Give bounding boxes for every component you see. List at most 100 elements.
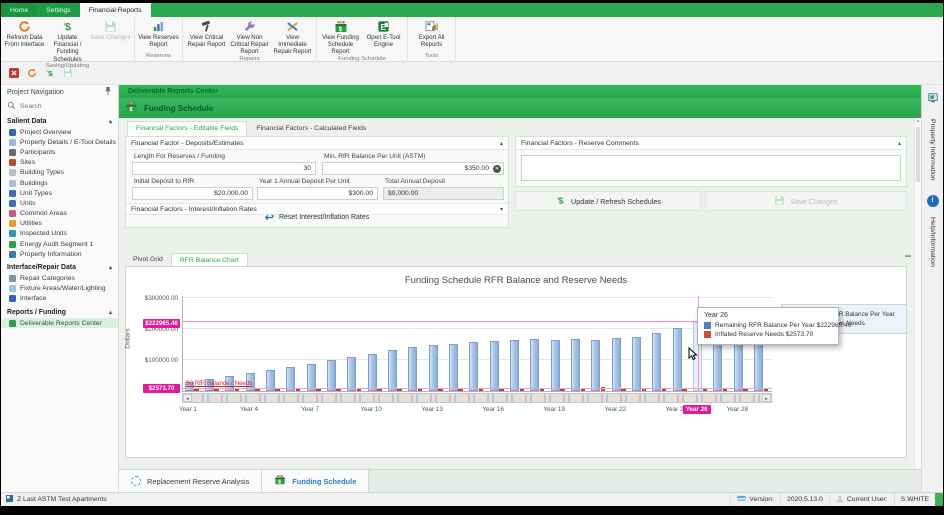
bar-year-14[interactable] (449, 344, 458, 391)
chart-h-scrollbar[interactable]: ◂ ▸ (182, 393, 772, 403)
nav-group-header[interactable]: Reports / Funding▴ (1, 307, 118, 318)
needs-bar-15[interactable] (479, 389, 484, 391)
export-all-reports-button[interactable]: Export All Reports (410, 17, 453, 53)
needs-bar-1[interactable] (194, 389, 199, 391)
refresh-data-from-interface-button[interactable]: Refresh Data From Interface (3, 17, 46, 63)
sidebar-item-common-areas[interactable]: Common Areas (1, 209, 118, 219)
collapse-chart-icon[interactable]: ▬ (905, 253, 911, 267)
close-icon[interactable] (8, 68, 19, 79)
view-funding-schedule-report-button[interactable]: $View Funding Schedule Report (319, 17, 362, 56)
bar-year-15[interactable] (469, 342, 478, 391)
view-reserves-report-button[interactable]: View Reserves Report (137, 17, 180, 53)
needs-bar-14[interactable] (458, 389, 463, 391)
tab-financial-factors-calculated[interactable]: Financial Factors - Calculated Fields (247, 121, 375, 136)
pin-icon[interactable] (104, 86, 112, 98)
tab-rfr-balance-chart[interactable]: RFR Balance Chart (171, 253, 248, 267)
sidebar-item-buildings[interactable]: Buildings (1, 178, 118, 188)
initial-deposit-input[interactable] (132, 187, 253, 200)
needs-bar-17[interactable] (520, 389, 525, 391)
save-changes-button[interactable]: Save Changes (89, 17, 132, 63)
nav-group-header[interactable]: Salient Data▴ (1, 116, 118, 127)
needs-bar-27[interactable] (723, 389, 728, 391)
sidebar-item-property-details-e-tool-details[interactable]: Property Details / E-Tool Details (1, 137, 118, 147)
update-refresh-schedules-button[interactable]: $ Update / Refresh Schedules (515, 191, 701, 211)
needs-bar-12[interactable] (418, 389, 423, 391)
bar-year-19[interactable] (551, 340, 560, 391)
bar-year-23[interactable] (632, 337, 641, 392)
needs-bar-10[interactable] (377, 389, 382, 391)
needs-bar-4[interactable] (255, 389, 260, 391)
needs-bar-16[interactable] (499, 389, 504, 391)
dollar-refresh-icon[interactable]: $ (44, 68, 55, 79)
needs-bar-28[interactable] (743, 389, 748, 391)
refresh-icon[interactable] (26, 68, 37, 79)
sidebar-item-property-information[interactable]: Property Information (1, 249, 118, 259)
sidebar-item-fixture-areas-water-lighting[interactable]: Fixture Areas/Water/Lighting (1, 284, 118, 294)
search-input[interactable] (20, 103, 100, 110)
length-reserves-input[interactable] (132, 162, 316, 175)
needs-bar-8[interactable] (336, 389, 341, 391)
collapse-arrow-icon[interactable]: ▴ (500, 140, 503, 147)
view-immediate-repair-report-button[interactable]: View Immediate Repair Report (271, 17, 314, 56)
year1-deposit-input[interactable] (257, 187, 378, 200)
tab-financial-factors-editable[interactable]: Financial Factors - Editable Fields (127, 121, 247, 136)
sidebar-item-energy-audit-segment-1[interactable]: Energy Audit Segment 1 (1, 239, 118, 249)
ribbon-tab-settings[interactable]: Settings (37, 3, 80, 17)
nav-group-header[interactable]: Interface/Repair Data▴ (1, 262, 118, 273)
min-rfr-input[interactable] (322, 162, 504, 175)
vertical-scrollbar[interactable]: ▴ (914, 118, 921, 468)
sidebar-item-utilities[interactable]: Utilities (1, 219, 118, 229)
sidebar-item-unit-types[interactable]: Unit Types (1, 188, 118, 198)
bar-year-16[interactable] (490, 341, 499, 391)
save-changes-button[interactable]: Save Changes (705, 191, 907, 211)
needs-bar-3[interactable] (235, 389, 240, 391)
scrollbar-thumb[interactable] (916, 127, 920, 182)
ribbon-tab-home[interactable]: Home (1, 3, 37, 17)
save-icon[interactable] (62, 68, 73, 79)
needs-bar-11[interactable] (397, 389, 402, 391)
needs-bar-13[interactable] (438, 389, 443, 391)
needs-bar-24[interactable] (662, 389, 667, 391)
scroll-left-icon[interactable]: ◂ (183, 394, 192, 402)
ribbon-tab-financial-reports[interactable]: Financial Reports (80, 3, 151, 17)
update-financial-funding-schedules-button[interactable]: $Update Financial / Funding Schedules (46, 17, 89, 63)
bar-year-10[interactable] (368, 354, 377, 391)
property-information-vertical-tab[interactable]: Property Information (929, 119, 936, 181)
needs-bar-19[interactable] (560, 389, 565, 391)
help-information-vertical-tab[interactable]: Help/Information (929, 217, 936, 267)
needs-bar-5[interactable] (275, 389, 280, 391)
open-e-tool-engine-button[interactable]: EOpen E-Tool Engine (362, 17, 405, 56)
tab-pivot-grid[interactable]: Pivot Grid (125, 253, 171, 267)
sidebar-item-sites[interactable]: Sites (1, 158, 118, 168)
needs-bar-26[interactable] (703, 389, 708, 391)
tab-funding-schedule[interactable]: $ Funding Schedule (262, 470, 369, 492)
needs-bar-6[interactable] (296, 389, 301, 391)
sidebar-search[interactable] (1, 99, 118, 113)
sidebar-item-inspected-units[interactable]: Inspected Units (1, 229, 118, 239)
sidebar-item-repair-categories[interactable]: Repair Categories (1, 273, 118, 283)
needs-bar-25[interactable] (682, 389, 687, 391)
bar-year-13[interactable] (429, 345, 438, 391)
property-information-icon[interactable] (927, 91, 939, 109)
bar-year-9[interactable] (347, 357, 356, 391)
bar-year-8[interactable] (327, 360, 336, 391)
needs-bar-9[interactable] (357, 389, 362, 391)
sidebar-item-participants[interactable]: Participants (1, 147, 118, 157)
reserve-comments-input[interactable] (521, 155, 901, 181)
sidebar-item-project-overview[interactable]: Project Overview (1, 127, 118, 137)
bar-year-12[interactable] (408, 347, 417, 391)
sidebar-item-deliverable-reports-center[interactable]: Deliverable Reports Center (1, 318, 118, 328)
sidebar-item-units[interactable]: Units (1, 198, 118, 208)
help-icon[interactable]: i (927, 195, 939, 207)
sidebar-item-building-types[interactable]: Building Types (1, 168, 118, 178)
document-tab-bar[interactable]: Deliverable Reports Center (119, 85, 921, 98)
bar-year-17[interactable] (510, 340, 519, 391)
sidebar-item-interface[interactable]: Interface (1, 294, 118, 304)
needs-bar-29[interactable] (764, 389, 769, 391)
needs-bar-7[interactable] (316, 389, 321, 391)
bar-year-21[interactable] (591, 340, 600, 391)
clear-icon[interactable]: ✕ (493, 165, 501, 173)
reset-rates-button[interactable]: ↩Reset Interest/Inflation Rates (126, 208, 508, 227)
bar-year-22[interactable] (612, 338, 621, 391)
needs-bar-2[interactable] (214, 389, 219, 391)
